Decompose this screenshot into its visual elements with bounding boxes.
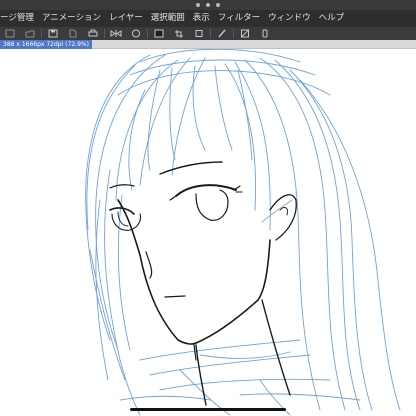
toolbar-divider <box>210 29 211 38</box>
open-file-icon[interactable] <box>20 27 40 40</box>
print-icon[interactable] <box>83 27 103 40</box>
pen-icon[interactable] <box>212 27 232 40</box>
document-tab[interactable]: 388 x 1666px 72dpi (72.9%) <box>0 40 92 49</box>
device-icon[interactable] <box>255 27 275 40</box>
document-tab-bar: 388 x 1666px 72dpi (72.9%) <box>0 40 416 49</box>
drawing-canvas[interactable] <box>0 49 416 416</box>
transform-icon[interactable] <box>189 27 209 40</box>
menu-view[interactable]: 表示 <box>189 10 214 27</box>
flip-horizontal-icon[interactable] <box>106 27 126 40</box>
new-file-icon[interactable] <box>0 27 20 40</box>
layer-settings-icon[interactable] <box>235 27 255 40</box>
crop-icon[interactable] <box>169 27 189 40</box>
home-indicator[interactable] <box>130 408 286 411</box>
menu-bar: ージ管理 アニメーション レイヤー 選択範囲 表示 フィルター ウィンドウ ヘル… <box>0 10 416 27</box>
menu-selection[interactable]: 選択範囲 <box>147 10 189 27</box>
menu-help[interactable]: ヘルプ <box>315 10 349 27</box>
menu-page-management[interactable]: ージ管理 <box>0 10 38 27</box>
multitasking-dots-icon[interactable] <box>196 2 220 8</box>
app-handle-bar[interactable] <box>0 0 416 10</box>
toolbar-divider <box>104 29 105 38</box>
menu-window[interactable]: ウィンドウ <box>264 10 315 27</box>
menu-layer[interactable]: レイヤー <box>105 10 147 27</box>
menu-filter[interactable]: フィルター <box>214 10 264 27</box>
sketch-artwork <box>85 49 401 416</box>
save-icon[interactable] <box>43 27 63 40</box>
menu-animation[interactable]: アニメーション <box>38 10 105 27</box>
ink-line-art <box>109 161 297 406</box>
export-icon[interactable] <box>63 27 83 40</box>
toolbar-divider <box>233 29 234 38</box>
fill-icon[interactable] <box>149 27 169 40</box>
command-bar <box>0 27 416 40</box>
toolbar-divider <box>147 29 148 38</box>
toolbar-divider <box>41 29 42 38</box>
circle-select-icon[interactable] <box>126 27 146 40</box>
